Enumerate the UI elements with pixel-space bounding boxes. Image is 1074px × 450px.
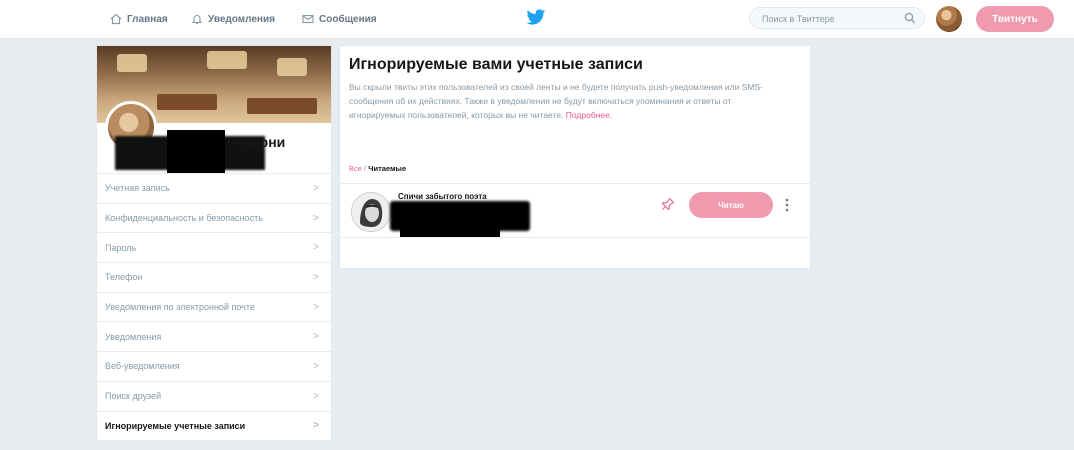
muted-accounts-panel: Игнорируемые вами учетные записи Вы скры… <box>339 45 811 269</box>
settings-item-label: Уведомления <box>105 331 162 342</box>
chevron-right-icon: > <box>313 182 319 194</box>
page-title: Игнорируемые вами учетные записи <box>349 56 643 73</box>
nav-messages-label: Сообщения <box>319 13 377 25</box>
portrait-image <box>352 193 390 231</box>
search-input[interactable] <box>760 11 904 27</box>
settings-item-account[interactable]: Учетная запись > <box>97 173 331 203</box>
settings-item-find-friends[interactable]: Поиск друзей > <box>97 380 331 411</box>
settings-item-label: Уведомления по электронной почте <box>105 302 255 313</box>
chevron-right-icon: > <box>313 242 319 254</box>
settings-item-label: Конфиденциальность и безопасность <box>105 213 263 224</box>
settings-item-muted-accounts[interactable]: Игнорируемые учетные записи > <box>97 410 331 441</box>
chevron-right-icon: > <box>313 390 319 402</box>
chevron-right-icon: > <box>313 420 319 432</box>
nav-notifications-label: Уведомления <box>208 13 275 25</box>
pin-icon[interactable] <box>661 197 675 211</box>
chevron-right-icon: > <box>313 360 319 372</box>
following-button[interactable]: Читаю <box>689 192 773 218</box>
settings-item-password[interactable]: Пароль > <box>97 232 331 262</box>
settings-item-phone[interactable]: Телефон > <box>97 262 331 292</box>
top-navigation-bar: Главная Уведомления Сообщения Твитнуть <box>0 0 1074 39</box>
search-box <box>749 7 925 29</box>
settings-item-privacy[interactable]: Конфиденциальность и безопасность > <box>97 202 331 233</box>
settings-item-label: Игнорируемые учетные записи <box>105 420 246 431</box>
nav-home[interactable]: Главная <box>110 8 168 30</box>
nav-messages[interactable]: Сообщения <box>302 8 377 30</box>
filter-breadcrumb: Все / Читаемые <box>349 164 406 173</box>
search-icon[interactable] <box>904 12 916 24</box>
settings-item-web-notifications[interactable]: Веб-уведомления > <box>97 351 331 381</box>
profile-card: Пекарни <box>96 45 332 174</box>
settings-item-label: Телефон <box>105 272 143 283</box>
learn-more-link[interactable]: Подробнее. <box>566 110 612 120</box>
nav-notifications[interactable]: Уведомления <box>191 8 275 30</box>
account-avatar[interactable] <box>936 6 962 32</box>
home-icon <box>110 13 122 25</box>
settings-menu: Учетная запись > Конфиденциальность и без… <box>96 173 332 442</box>
muted-user-name[interactable]: Спичи забытого поэта <box>398 192 487 201</box>
divider <box>340 183 810 184</box>
divider <box>340 237 810 238</box>
settings-item-label: Пароль <box>105 242 137 253</box>
page-description: Вы скрыли твиты этих пользователей из св… <box>349 80 779 122</box>
settings-item-email-notifications[interactable]: Уведомления по электронной почте > <box>97 291 331 322</box>
envelope-icon <box>302 14 314 24</box>
muted-user-avatar[interactable] <box>351 192 391 232</box>
chevron-right-icon: > <box>313 212 319 224</box>
chevron-right-icon: > <box>313 301 319 313</box>
tweet-button[interactable]: Твитнуть <box>976 6 1054 32</box>
settings-item-notifications[interactable]: Уведомления > <box>97 321 331 351</box>
bell-icon <box>191 15 203 25</box>
redaction-block <box>400 216 500 238</box>
twitter-bird-icon[interactable] <box>526 9 546 26</box>
settings-item-label: Учетная запись <box>105 183 170 194</box>
description-text: Вы скрыли твиты этих пользователей из св… <box>349 82 763 120</box>
filter-all-link[interactable]: Все <box>349 164 362 173</box>
nav-home-label: Главная <box>127 13 168 25</box>
settings-item-label: Поиск друзей <box>105 391 162 402</box>
redaction-block <box>167 130 225 174</box>
filter-following[interactable]: Читаемые <box>368 164 406 173</box>
chevron-right-icon: > <box>313 331 319 343</box>
settings-item-label: Веб-уведомления <box>105 361 180 372</box>
chevron-right-icon: > <box>313 271 319 283</box>
profile-name: Пекарни <box>227 134 286 150</box>
more-vertical-icon[interactable] <box>784 197 790 213</box>
